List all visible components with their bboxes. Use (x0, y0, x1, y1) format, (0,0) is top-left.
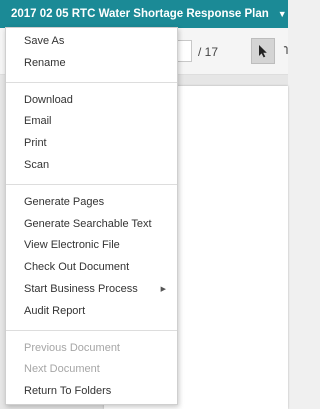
menu-item-rename[interactable]: Rename (6, 53, 177, 75)
menu-item-label: Previous Document (24, 341, 120, 354)
menu-item-scan[interactable]: Scan (6, 155, 177, 177)
menu-item-label: Return To Folders (24, 385, 112, 398)
page-total: / 17 (198, 45, 219, 59)
menu-item-save-as[interactable]: Save As (6, 31, 177, 53)
menu-item-label: Download (24, 93, 73, 106)
pointer-icon (259, 45, 267, 58)
document-actions-menu: Save As Rename Download Email Print Scan Gener… (5, 27, 178, 405)
menu-group: Save As Rename (6, 28, 177, 78)
menu-item-view-electronic-file[interactable]: View Electronic File (6, 235, 177, 257)
menu-item-label: Check Out Document (24, 261, 130, 274)
menu-item-label: Save As (24, 35, 65, 47)
select-pointer-button[interactable] (251, 38, 275, 64)
caret-down-icon: ▼ (277, 9, 287, 19)
menu-group: Generate Pages Generate Searchable Text Vi… (6, 189, 177, 326)
menu-item-print[interactable]: Print (6, 133, 177, 155)
menu-item-label: Scan (24, 158, 50, 171)
menu-item-generate-pages[interactable]: Generate Pages (6, 192, 177, 214)
menu-separator (6, 329, 177, 331)
menu-item-generate-searchable-text[interactable]: Generate Searchable Text (6, 214, 177, 236)
menu-item-label: Email (24, 115, 52, 128)
menu-item-check-out-document[interactable]: Check Out Document (6, 257, 177, 279)
menu-item-label: Start Business Process (24, 282, 138, 295)
menu-item-label: View Electronic File (24, 239, 120, 252)
menu-group: Previous Document Next Document Return To … (6, 335, 177, 406)
menu-item-label: Print (24, 137, 47, 150)
submenu-arrow-icon: ▶ (160, 285, 166, 293)
menu-item-label: Generate Searchable Text (24, 217, 152, 230)
menu-item-label: Generate Pages (24, 195, 105, 208)
pan-tool-icon[interactable] (280, 44, 288, 58)
menu-item-label: Next Document (24, 363, 100, 376)
menu-item-label: Audit Report (24, 304, 86, 317)
document-title-dropdown[interactable]: 2017 02 05 RTC Water Shortage Response P… (0, 0, 287, 28)
menu-item-audit-report[interactable]: Audit Report (6, 301, 177, 323)
menu-item-return-to-folders[interactable]: Return To Folders (6, 381, 177, 403)
menu-item-download[interactable]: Download (6, 90, 177, 112)
menu-separator (6, 81, 177, 83)
menu-separator (6, 183, 177, 185)
menu-item-email[interactable]: Email (6, 111, 177, 133)
document-title: 2017 02 05 RTC Water Shortage Response P… (11, 8, 269, 20)
menu-group: Download Email Print Scan (6, 87, 177, 180)
menu-item-previous-document: Previous Document (6, 338, 177, 360)
menu-item-start-business-process[interactable]: Start Business Process ▶ (6, 279, 177, 301)
menu-item-next-document: Next Document (6, 359, 177, 381)
menu-item-label: Rename (24, 56, 66, 69)
